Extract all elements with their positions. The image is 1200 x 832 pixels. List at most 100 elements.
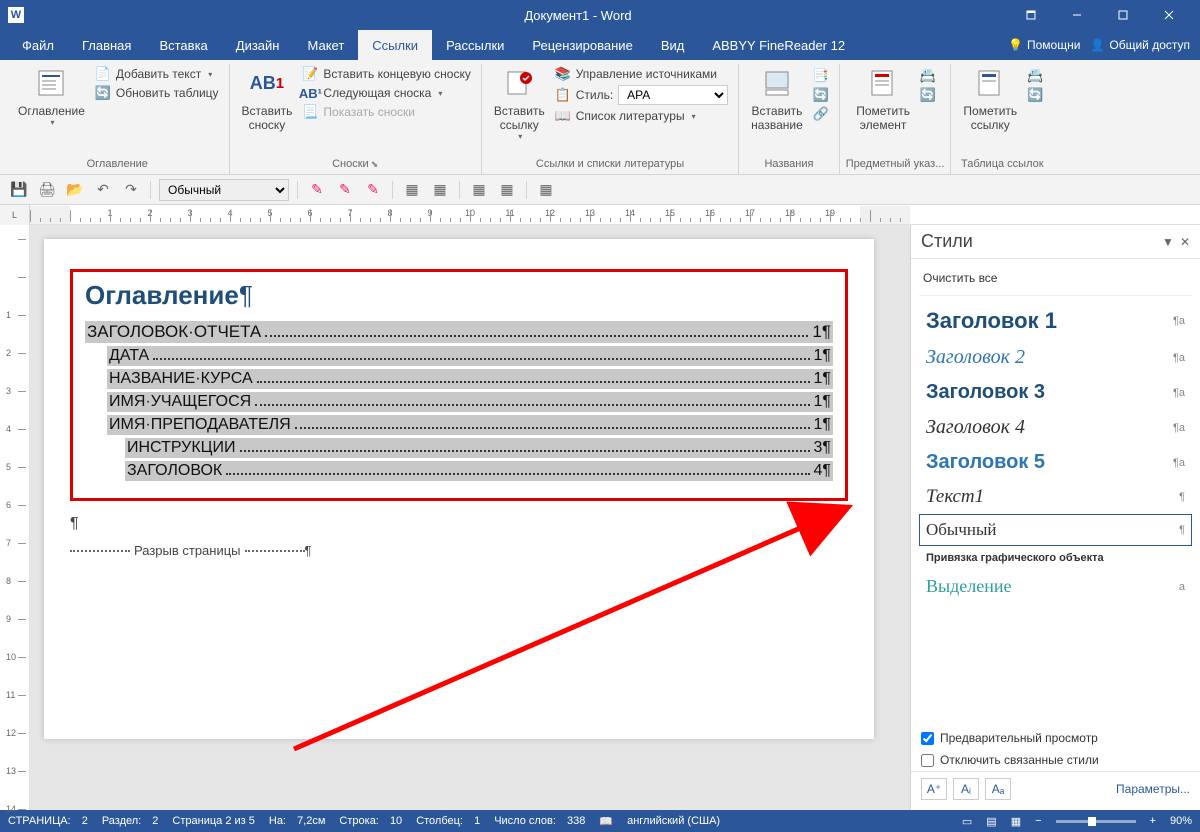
- tab-рецензирование[interactable]: Рецензирование: [518, 30, 646, 60]
- add-text-button[interactable]: 📄Добавить текст▾: [95, 66, 219, 82]
- toc-entry[interactable]: ИНСТРУКЦИИ3¶: [125, 438, 833, 458]
- vertical-ruler[interactable]: 1234567891011121314: [0, 225, 30, 810]
- mark-citation-button[interactable]: Пометить ссылку: [957, 64, 1023, 134]
- qat-btn-3[interactable]: ✎: [362, 179, 384, 201]
- toa-extra-2[interactable]: 🔄: [1027, 87, 1043, 103]
- view-read-mode-icon[interactable]: ▭: [962, 815, 972, 828]
- ribbon-group-citations: Вставить ссылку▾ 📚Управление источниками…: [482, 64, 739, 174]
- qat-btn-5[interactable]: ▦: [429, 179, 451, 201]
- insert-citation-button[interactable]: Вставить ссылку▾: [488, 64, 551, 143]
- tab-вид[interactable]: Вид: [647, 30, 699, 60]
- style-inspector-button[interactable]: Aᵢ: [953, 778, 979, 800]
- qat-btn-2[interactable]: ✎: [334, 179, 356, 201]
- clear-all-button[interactable]: Очистить все: [919, 265, 1192, 296]
- manage-sources-button[interactable]: 📚Управление источниками: [555, 66, 728, 82]
- document-viewport[interactable]: Оглавление¶ ЗАГОЛОВОК·ОТЧЕТА1¶ДАТА1¶НАЗВ…: [30, 225, 910, 810]
- insert-caption-button[interactable]: Вставить название: [745, 64, 809, 134]
- index-extra-1[interactable]: 📇: [920, 68, 936, 84]
- tab-вставка[interactable]: Вставка: [145, 30, 221, 60]
- status-page[interactable]: СТРАНИЦА: 2: [8, 815, 88, 827]
- style-item[interactable]: Заголовок 4¶a: [919, 410, 1192, 445]
- qat-btn-8[interactable]: ▦: [535, 179, 557, 201]
- disable-linked-checkbox[interactable]: Отключить связанные стили: [911, 749, 1200, 771]
- footnotes-dialog-launcher[interactable]: ⬊: [371, 159, 379, 170]
- style-dropdown[interactable]: APA: [618, 85, 728, 105]
- zoom-in-button[interactable]: +: [1150, 815, 1156, 827]
- styles-params-link[interactable]: Параметры...: [1116, 782, 1190, 796]
- qat-btn-7[interactable]: ▦: [496, 179, 518, 201]
- share-button[interactable]: 👤Общий доступ: [1090, 38, 1190, 52]
- status-spellcheck-icon[interactable]: 📖: [599, 815, 613, 828]
- style-item[interactable]: Заголовок 2¶a: [919, 340, 1192, 375]
- citation-style-select[interactable]: 📋 Стиль: APA: [555, 85, 728, 105]
- mark-entry-button[interactable]: Пометить элемент: [850, 64, 916, 134]
- tab-ссылки[interactable]: Ссылки: [358, 30, 432, 60]
- style-item[interactable]: Заголовок 1¶a: [919, 302, 1192, 340]
- preview-checkbox[interactable]: Предварительный просмотр: [911, 727, 1200, 749]
- qat-undo-icon[interactable]: ↶: [92, 179, 114, 201]
- status-page-of[interactable]: Страница 2 из 5: [172, 815, 254, 827]
- close-button[interactable]: [1146, 0, 1192, 30]
- horizontal-ruler[interactable]: L 12345678910111213141516171819: [0, 205, 1200, 225]
- toc-entry[interactable]: ЗАГОЛОВОК·ОТЧЕТА1¶: [85, 321, 833, 343]
- toc-field[interactable]: Оглавление¶ ЗАГОЛОВОК·ОТЧЕТА1¶ДАТА1¶НАЗВ…: [70, 269, 848, 501]
- style-item[interactable]: Текст1¶: [919, 480, 1192, 514]
- tab-макет[interactable]: Макет: [293, 30, 358, 60]
- style-item[interactable]: Привязка графического объекта: [919, 546, 1192, 570]
- insert-endnote-button[interactable]: 📝Вставить концевую сноску: [302, 66, 470, 82]
- qat-btn-1[interactable]: ✎: [306, 179, 328, 201]
- status-words[interactable]: Число слов: 338: [494, 815, 585, 827]
- view-web-layout-icon[interactable]: ▦: [1011, 815, 1021, 828]
- toc-entry[interactable]: НАЗВАНИЕ·КУРСА1¶: [107, 369, 833, 389]
- toa-extra-1[interactable]: 📇: [1027, 68, 1043, 84]
- qat-btn-6[interactable]: ▦: [468, 179, 490, 201]
- zoom-level[interactable]: 90%: [1170, 815, 1192, 827]
- style-item[interactable]: Заголовок 3¶a: [919, 375, 1192, 410]
- tell-me[interactable]: 💡Помощни: [1008, 38, 1080, 52]
- styles-pane-options-icon[interactable]: ▼: [1162, 235, 1174, 249]
- tab-рассылки[interactable]: Рассылки: [432, 30, 518, 60]
- maximize-button[interactable]: [1100, 0, 1146, 30]
- mark-citation-icon: [973, 66, 1007, 100]
- qat-redo-icon[interactable]: ↷: [120, 179, 142, 201]
- ribbon-display-options[interactable]: [1008, 0, 1054, 30]
- qat-save-icon[interactable]: 💾: [8, 179, 30, 201]
- next-footnote-button[interactable]: AB¹Следующая сноска▾: [302, 85, 470, 101]
- qat-open-icon[interactable]: 📂: [64, 179, 86, 201]
- qat-style-selector[interactable]: Обычный: [159, 179, 289, 201]
- toc-entry[interactable]: ЗАГОЛОВОК4¶: [125, 461, 833, 481]
- zoom-out-button[interactable]: −: [1035, 815, 1041, 827]
- manage-styles-button[interactable]: Aₐ: [985, 778, 1011, 800]
- status-column[interactable]: Столбец: 1: [416, 815, 480, 827]
- update-table-button[interactable]: 🔄Обновить таблицу: [95, 85, 219, 101]
- style-item[interactable]: Выделениеa: [919, 570, 1192, 603]
- toc-entry[interactable]: ИМЯ·УЧАЩЕГОСЯ1¶: [107, 392, 833, 412]
- minimize-button[interactable]: [1054, 0, 1100, 30]
- tab-дизайн[interactable]: Дизайн: [222, 30, 294, 60]
- footnote-icon: AB1: [250, 66, 284, 100]
- toc-button[interactable]: Оглавление ▾: [12, 64, 91, 129]
- qat-print-icon[interactable]: 🖨: [36, 179, 58, 201]
- styles-pane-close-icon[interactable]: ✕: [1180, 235, 1190, 249]
- view-print-layout-icon[interactable]: ▤: [986, 815, 996, 828]
- status-language[interactable]: английский (США): [627, 815, 720, 827]
- caption-extra-3[interactable]: 🔗: [813, 106, 829, 122]
- bibliography-button[interactable]: 📖Список литературы▾: [555, 108, 728, 124]
- tab-abbyy-finereader-12[interactable]: ABBYY FineReader 12: [698, 30, 859, 60]
- caption-extra-1[interactable]: 📑: [813, 68, 829, 84]
- zoom-slider[interactable]: [1056, 820, 1136, 823]
- qat-btn-4[interactable]: ▦: [401, 179, 423, 201]
- toc-entry[interactable]: ДАТА1¶: [107, 346, 833, 366]
- caption-extra-2[interactable]: 🔄: [813, 87, 829, 103]
- status-line[interactable]: Строка: 10: [339, 815, 402, 827]
- status-at[interactable]: На: 7,2см: [269, 815, 326, 827]
- style-item[interactable]: Обычный¶: [919, 514, 1192, 546]
- toc-entry[interactable]: ИМЯ·ПРЕПОДАВАТЕЛЯ1¶: [107, 415, 833, 435]
- tab-файл[interactable]: Файл: [8, 30, 68, 60]
- index-extra-2[interactable]: 🔄: [920, 87, 936, 103]
- new-style-button[interactable]: A⁺: [921, 778, 947, 800]
- status-section[interactable]: Раздел: 2: [102, 815, 159, 827]
- insert-footnote-button[interactable]: AB1 Вставить сноску: [236, 64, 299, 134]
- style-item[interactable]: Заголовок 5¶a: [919, 445, 1192, 480]
- tab-главная[interactable]: Главная: [68, 30, 145, 60]
